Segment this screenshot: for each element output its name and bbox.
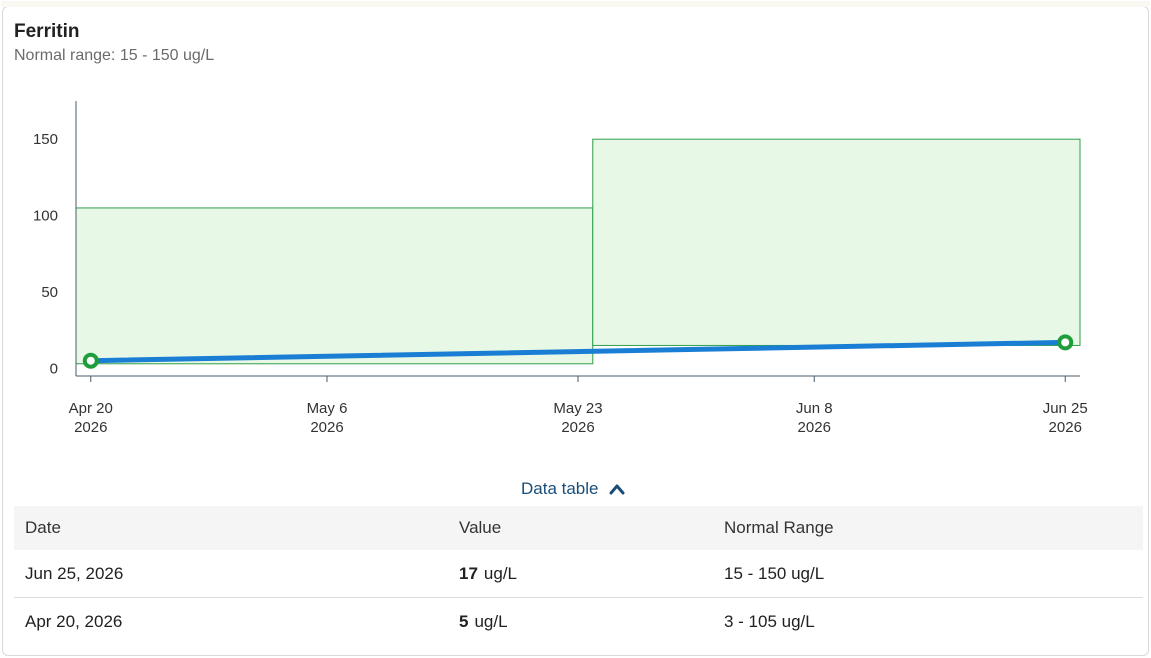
x-tick-label: May 6 [307,400,348,417]
normal-range-band [592,138,1081,346]
value-unit: ug/L [483,563,518,583]
data-table: Date Value Normal Range Jun 25, 2026 17 u… [14,506,1143,646]
x-tick-year-label: 2026 [310,419,343,436]
table-row: Apr 20, 2026 5 ug/L 3 - 105 ug/L [14,598,1143,646]
y-tick-label: 50 [41,284,58,301]
column-header-value: Value [459,518,502,537]
value-number: 5 [459,612,469,631]
normal-range-band [75,207,594,365]
data-table-toggle-label: Data table [521,479,599,498]
cell-normal-range: 15 - 150 ug/L [724,563,825,583]
y-tick-label: 0 [50,360,58,377]
value-unit: ug/L [474,612,508,631]
cell-normal-range: 3 - 105 ug/L [724,612,815,631]
data-point [82,352,99,369]
ferritin-chart: 0 50 100 150 Apr 20 2026 May 6 2026 May 23 2026 Ju… [33,101,1088,436]
value-number: 17 [459,563,478,583]
cell-date: Apr 20, 2026 [25,612,123,631]
table-header: Date Value Normal Range [14,506,1143,550]
cell-value: 5 ug/L [448,612,713,632]
column-header-date: Date [25,518,61,537]
x-tick-label: Jun 8 [796,400,833,417]
x-tick-year-label: 2026 [1049,419,1082,436]
y-tick-label: 150 [33,131,58,148]
cell-value: 17 ug/L [448,564,713,584]
data-table-toggle[interactable]: Data table [521,479,625,499]
table-row: Jun 25, 2026 17 ug/L 15 - 150 ug/L [14,550,1143,598]
x-tick-year-label: 2026 [561,419,594,436]
cell-date: Jun 25, 2026 [25,563,124,583]
chevron-up-icon [609,484,624,495]
y-tick-label: 100 [33,208,58,225]
x-tick-year-label: 2026 [798,419,831,436]
data-point [1057,334,1074,351]
x-tick-label: Apr 20 [69,400,113,417]
x-tick-label: Jun 25 [1043,400,1088,417]
column-header-normal-range: Normal Range [724,518,834,537]
x-tick-label: May 23 [553,400,602,417]
x-tick-year-label: 2026 [74,419,107,436]
lab-result-card: Ferritin Normal range: 15 - 150 ug/L 0 50… [1,1,1150,656]
